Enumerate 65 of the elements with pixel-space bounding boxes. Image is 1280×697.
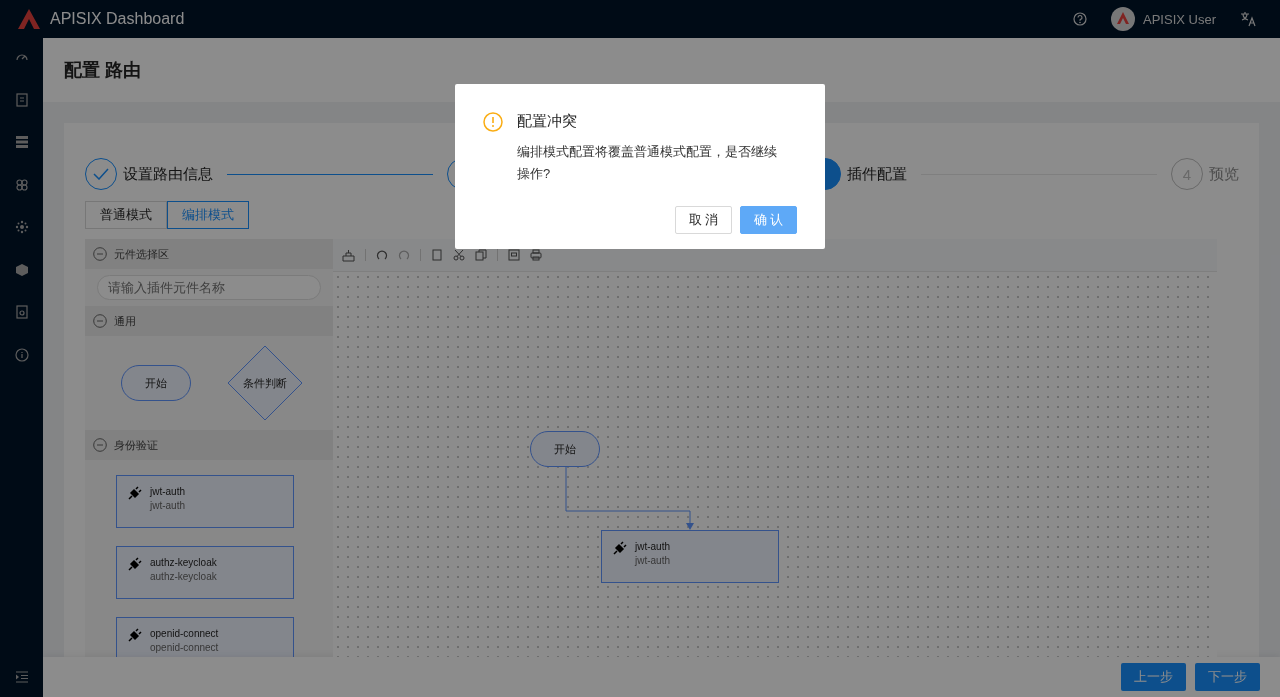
save-icon[interactable] — [508, 249, 520, 261]
plug-icon — [613, 541, 627, 555]
plugin-description: jwt-auth — [635, 555, 670, 566]
avatar-icon[interactable] — [1111, 7, 1136, 31]
user-name[interactable]: APISIX User — [1143, 11, 1216, 27]
start-node[interactable]: 开始 — [121, 365, 191, 401]
decision-label: 条件判断 — [243, 375, 287, 391]
redo-icon[interactable] — [398, 249, 410, 261]
document-icon[interactable] — [14, 92, 29, 107]
collapse-icon[interactable] — [93, 247, 107, 261]
server-icon[interactable] — [14, 135, 29, 149]
mode-tab[interactable]: 编排模式 — [167, 201, 249, 229]
section-title: 通用 — [114, 313, 136, 329]
check-icon — [93, 168, 109, 180]
plugin-node[interactable]: openid-connect openid-connect — [116, 617, 294, 657]
section-header[interactable]: 元件选择区 — [85, 239, 333, 269]
search-field[interactable]: 请输入插件元件名称 — [97, 275, 321, 300]
info-icon[interactable] — [14, 347, 29, 362]
step-title: 预览 — [1209, 164, 1239, 184]
report-icon[interactable] — [14, 305, 29, 319]
plugin-node[interactable]: jwt-auth jwt-auth — [116, 475, 294, 528]
warning-icon — [483, 112, 503, 132]
section-title: 身份验证 — [114, 437, 158, 453]
grid-icon[interactable] — [14, 177, 29, 192]
plugin-node[interactable]: authz-keycloak authz-keycloak — [116, 546, 294, 599]
paste-icon[interactable] — [475, 249, 487, 261]
plug-icon — [128, 628, 142, 642]
decision-node[interactable] — [227, 345, 303, 421]
logo-icon — [18, 9, 40, 29]
previous-button[interactable]: 上一步 — [1121, 663, 1186, 691]
dialog-message: 编排模式配置将覆盖普通模式配置，是否继续操作? — [517, 143, 778, 183]
plugin-description: jwt-auth — [150, 500, 185, 511]
plug-icon — [128, 486, 142, 500]
step-title: 设置路由信息 — [123, 164, 213, 184]
step-title: 插件配置 — [847, 164, 907, 184]
section-title: 元件选择区 — [114, 246, 169, 262]
plugin-node[interactable]: jwt-auth jwt-auth — [601, 530, 779, 583]
section-header[interactable]: 身份验证 — [85, 430, 333, 460]
mode-tab[interactable]: 普通模式 — [85, 201, 167, 229]
plugin-name: openid-connect — [150, 628, 219, 639]
start-node[interactable]: 开始 — [530, 431, 600, 467]
next-button[interactable]: 下一步 — [1195, 663, 1260, 691]
collapse-icon[interactable] — [93, 438, 107, 452]
plugin-description: authz-keycloak — [150, 571, 217, 582]
copy-icon[interactable] — [431, 249, 443, 261]
help-icon[interactable] — [1073, 12, 1088, 26]
plug-icon — [128, 557, 142, 571]
printer-icon[interactable] — [530, 249, 542, 261]
network-icon[interactable] — [14, 220, 29, 234]
clear-icon[interactable] — [342, 248, 355, 262]
menu-icon[interactable] — [14, 671, 29, 683]
cube-icon[interactable] — [14, 262, 29, 277]
undo-icon[interactable] — [376, 249, 388, 261]
plugin-name: jwt-auth — [150, 486, 185, 497]
page-title: 配置 路由 — [64, 59, 141, 82]
scissors-icon[interactable] — [453, 249, 465, 261]
cancel-button[interactable]: 取 消 — [675, 206, 732, 234]
plugin-name: authz-keycloak — [150, 557, 217, 568]
collapse-icon[interactable] — [93, 314, 107, 328]
dialog-title: 配置冲突 — [517, 112, 578, 131]
plugin-description: openid-connect — [150, 642, 219, 653]
section-header[interactable]: 通用 — [85, 306, 333, 336]
plugin-name: jwt-auth — [635, 541, 670, 552]
app-title: APISIX Dashboard — [50, 10, 185, 28]
translate-icon[interactable] — [1240, 11, 1256, 27]
